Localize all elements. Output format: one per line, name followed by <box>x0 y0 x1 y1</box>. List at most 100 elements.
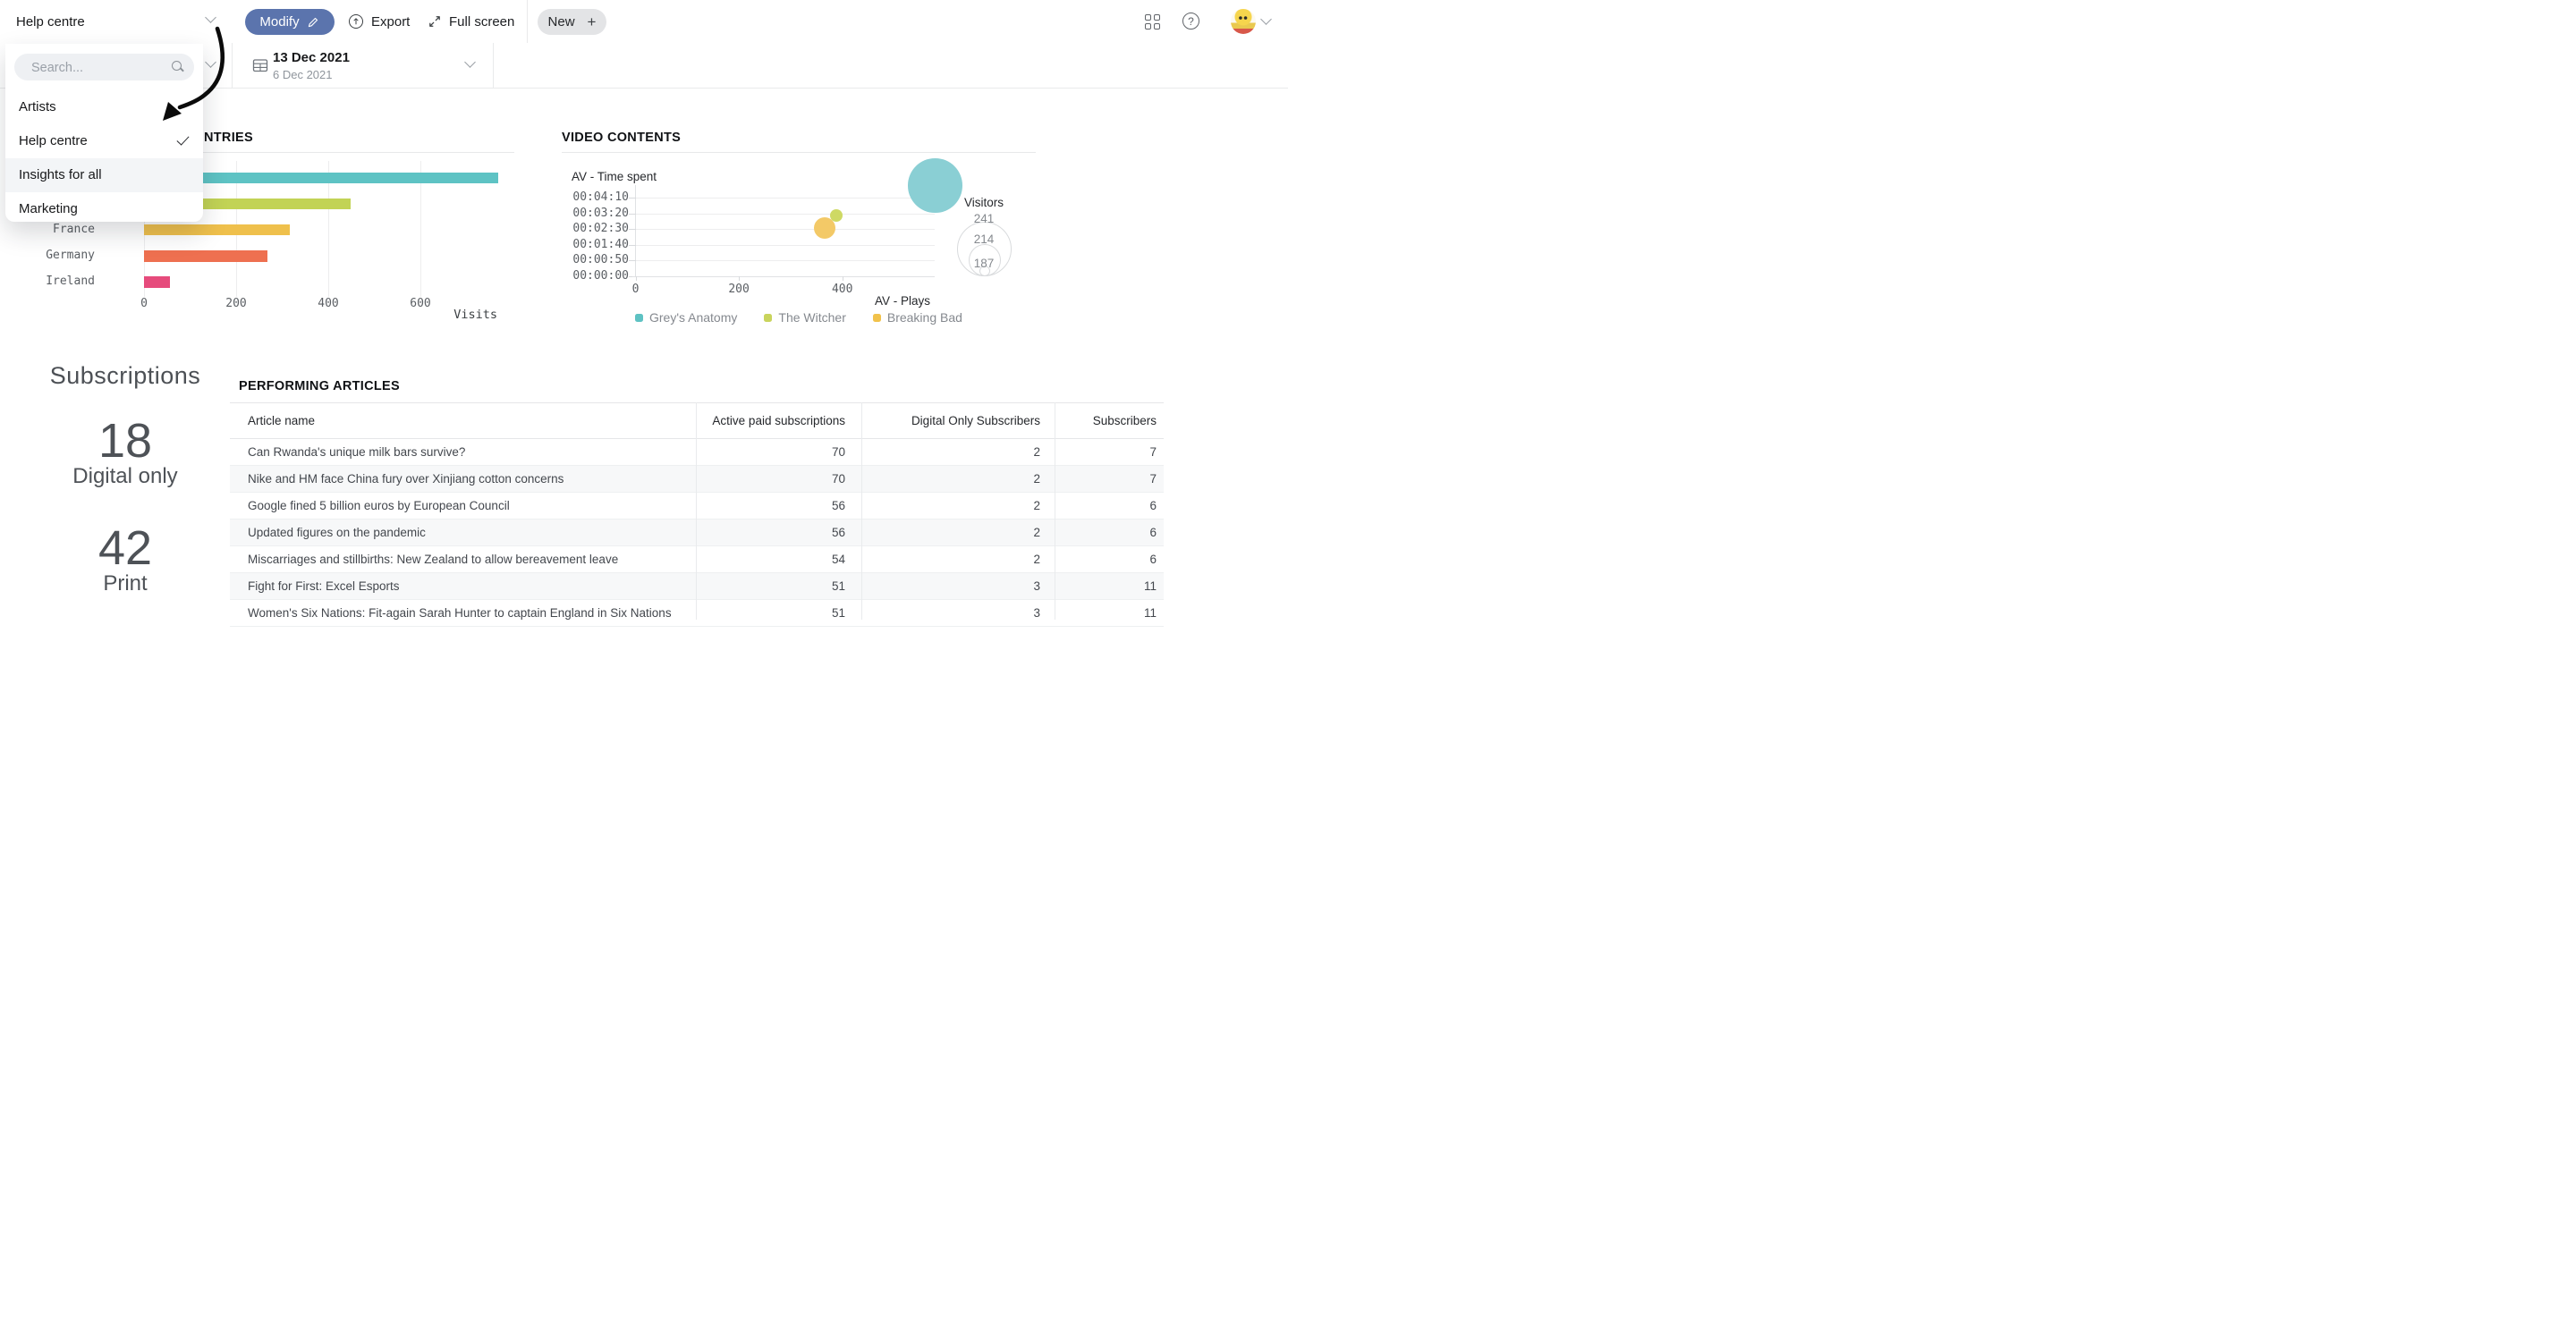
workspace-dropdown-panel: Artists Help centre Insights for all Mar… <box>5 44 203 222</box>
legend-label: Breaking Bad <box>887 310 962 325</box>
x-tick-label: 400 <box>822 283 863 297</box>
upload-icon <box>349 14 363 29</box>
table-row: Women's Six Nations: Fit-again Sarah Hun… <box>230 600 1164 627</box>
calendar-icon <box>252 43 268 88</box>
bubble-gridline <box>636 214 936 215</box>
workspace-list-item[interactable]: Artists <box>5 90 203 124</box>
legend-label: The Witcher <box>778 310 845 325</box>
workspace-item-label: Marketing <box>19 201 78 216</box>
fullscreen-icon <box>428 15 441 28</box>
digital-only-subscribers-value: 2 <box>861 526 1055 539</box>
article-name: Updated figures on the pandemic <box>230 526 696 539</box>
video-contents-title: VIDEO CONTENTS <box>562 131 681 145</box>
table-row: Can Rwanda's unique milk bars survive? 7… <box>230 439 1164 466</box>
digital-only-subscribers-value: 3 <box>861 579 1055 593</box>
date-primary: 13 Dec 2021 <box>273 50 350 65</box>
legend-label: Grey's Anatomy <box>649 310 737 325</box>
col-digital-only-subscribers: Digital Only Subscribers <box>861 414 1055 427</box>
kpi-digital-only-value: 18 <box>36 418 215 464</box>
y-tick-label: 00:03:20 <box>554 207 629 221</box>
fullscreen-button-label: Full screen <box>449 14 514 30</box>
workspace-item-label: Help centre <box>19 133 88 148</box>
y-axis-title: AV - Time spent <box>572 170 657 183</box>
account-chevron-down-icon[interactable] <box>1260 13 1272 25</box>
export-button[interactable]: Export <box>349 0 410 43</box>
size-legend-value: 187 <box>953 257 1015 270</box>
size-legend-value: 214 <box>953 232 1015 246</box>
workspace-list-item[interactable]: Marketing <box>5 192 203 226</box>
article-name: Nike and HM face China fury over Xinjian… <box>230 472 696 486</box>
col-article-name: Article name <box>230 414 696 427</box>
top-bar: Help centre Modify Export Full screen Ne… <box>0 0 1288 44</box>
series-legend: Grey's Anatomy The Witcher Breaking Bad <box>635 310 962 325</box>
date-secondary: 6 Dec 2021 <box>273 68 333 81</box>
table-row: Nike and HM face China fury over Xinjian… <box>230 466 1164 493</box>
workspace-selector-label: Help centre <box>16 14 85 30</box>
col-subscribers: Subscribers <box>1055 414 1164 427</box>
toolbar-divider <box>527 0 528 43</box>
bar-Ireland <box>144 276 170 288</box>
workspace-selector[interactable]: Help centre <box>16 0 85 43</box>
kpi-print: 42 Print <box>36 525 215 596</box>
search-box <box>14 54 194 80</box>
subscribers-value: 7 <box>1055 445 1164 459</box>
check-icon <box>177 132 190 145</box>
article-name: Fight for First: Excel Esports <box>230 579 696 593</box>
subscribers-value: 11 <box>1055 606 1164 620</box>
filter-bar-divider-2 <box>493 43 494 88</box>
legend-swatch <box>873 314 881 322</box>
new-button[interactable]: New + <box>538 9 606 35</box>
active-paid-subscriptions-value: 70 <box>696 472 861 486</box>
y-tick-label: 00:02:30 <box>554 222 629 236</box>
col-active-paid-subscriptions: Active paid subscriptions <box>696 414 861 427</box>
y-tick-label: 00:00:00 <box>554 269 629 283</box>
table-body: Can Rwanda's unique milk bars survive? 7… <box>230 439 1164 627</box>
digital-only-subscribers-value: 2 <box>861 499 1055 512</box>
legend-swatch <box>635 314 643 322</box>
fullscreen-button[interactable]: Full screen <box>428 0 514 43</box>
table-row: Updated figures on the pandemic 56 2 6 <box>230 520 1164 546</box>
article-name: Women's Six Nations: Fit-again Sarah Hun… <box>230 606 696 620</box>
modify-button[interactable]: Modify <box>245 9 335 35</box>
legend-item[interactable]: Grey's Anatomy <box>635 310 737 325</box>
legend-item[interactable]: The Witcher <box>764 310 845 325</box>
search-input[interactable] <box>30 57 167 79</box>
bar-x-axis-title: Visits <box>408 308 497 322</box>
workspace-list-item[interactable]: Insights for all <box>5 158 203 192</box>
kpi-digital-only-label: Digital only <box>36 464 215 489</box>
legend-item[interactable]: Breaking Bad <box>873 310 962 325</box>
workspace-list-item[interactable]: Help centre <box>5 124 203 158</box>
active-paid-subscriptions-value: 51 <box>696 579 861 593</box>
x-tick <box>636 276 637 281</box>
kpi-print-label: Print <box>36 571 215 596</box>
dashboard-page: Help centre Modify Export Full screen Ne… <box>0 0 1288 659</box>
workspace-list: Artists Help centre Insights for all Mar… <box>5 90 203 226</box>
article-name: Miscarriages and stillbirths: New Zealan… <box>230 553 696 566</box>
table-row: Miscarriages and stillbirths: New Zealan… <box>230 546 1164 573</box>
bar-x-tick: 0 <box>123 297 165 311</box>
bar-category-label: Germany <box>30 249 95 263</box>
apps-grid-icon[interactable] <box>1145 14 1160 30</box>
active-paid-subscriptions-value: 51 <box>696 606 861 620</box>
subscribers-value: 7 <box>1055 472 1164 486</box>
active-paid-subscriptions-value: 56 <box>696 526 861 539</box>
help-icon[interactable] <box>1182 13 1199 30</box>
active-paid-subscriptions-value: 56 <box>696 499 861 512</box>
countries-chart-title-fragment: NTRIES <box>204 131 253 145</box>
kpi-print-value: 42 <box>36 525 215 571</box>
performing-articles-table: Article name Active paid subscriptions D… <box>230 402 1164 627</box>
legend-swatch <box>764 314 772 322</box>
avatar[interactable] <box>1231 9 1256 34</box>
workspace-item-label: Insights for all <box>19 167 102 182</box>
plus-icon: + <box>588 13 597 31</box>
new-button-label: New <box>548 14 575 30</box>
digital-only-subscribers-value: 2 <box>861 472 1055 486</box>
active-paid-subscriptions-value: 54 <box>696 553 861 566</box>
chevron-down-icon <box>205 12 216 23</box>
bubble-gridline <box>636 198 936 199</box>
table-header-row: Article name Active paid subscriptions D… <box>230 403 1164 439</box>
bubble-the-witcher <box>830 209 843 222</box>
x-axis-line <box>632 276 935 277</box>
export-button-label: Export <box>371 14 410 30</box>
table-row: Google fined 5 billion euros by European… <box>230 493 1164 520</box>
